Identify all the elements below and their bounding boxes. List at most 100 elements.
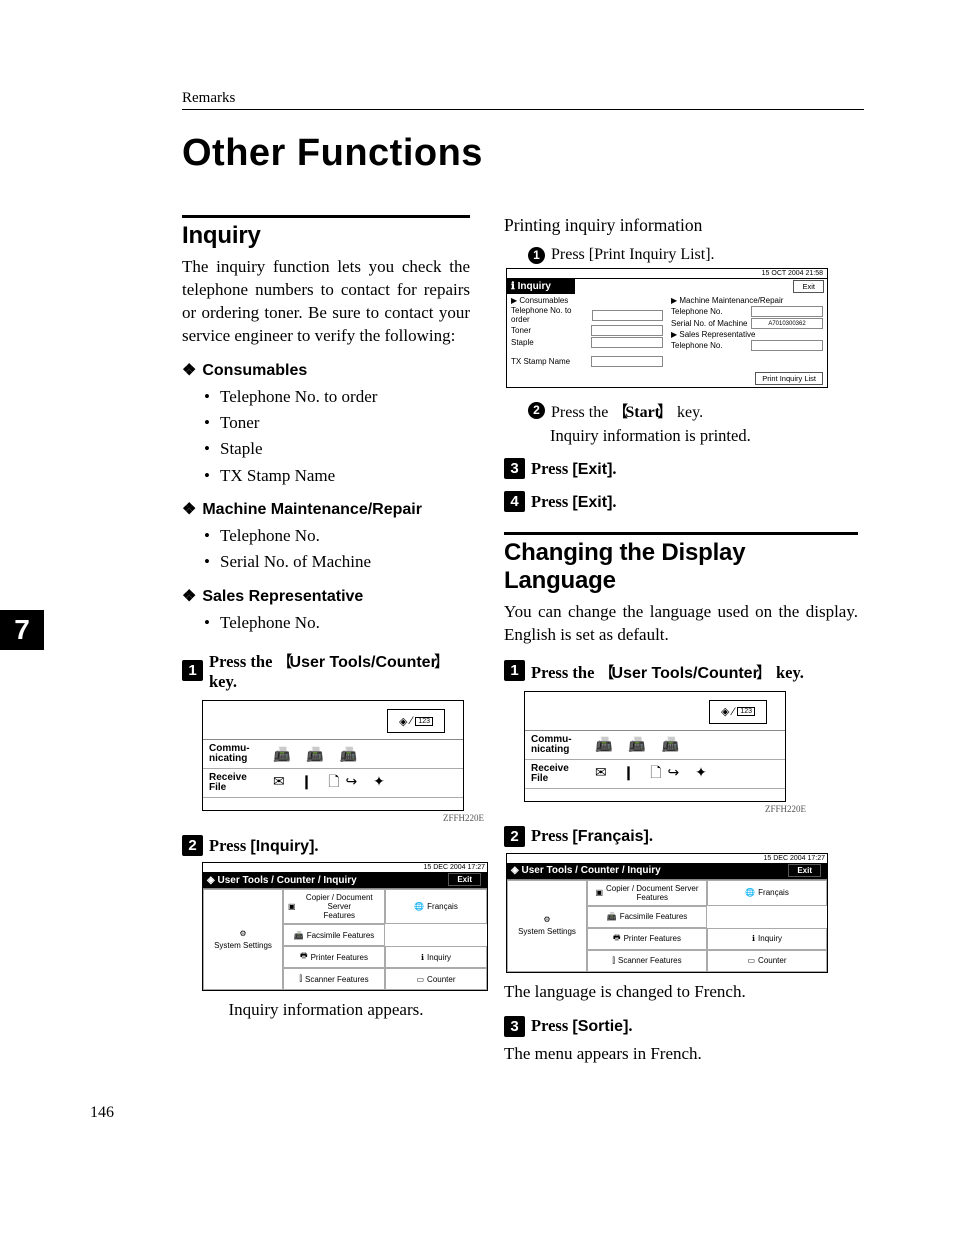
step-text: Press the	[209, 652, 272, 671]
step-number-icon: 1	[504, 660, 525, 681]
list-item: Serial No. of Machine	[220, 549, 470, 575]
info-icon: ℹ	[752, 934, 755, 943]
list-maintenance: Telephone No. Serial No. of Machine	[182, 523, 470, 576]
inq-label: Telephone No.	[671, 341, 723, 350]
ut-printer: 🖶Printer Features	[283, 946, 385, 968]
lang-step-2: 2 Press [Français].	[504, 826, 858, 847]
subhead-sales: Sales Representative	[182, 586, 470, 606]
keycap-start: Start	[612, 404, 673, 421]
lcd-icons: ✉ ❙ 🗋↪ ✦	[595, 762, 713, 786]
ut-title: ◈ User Tools / Counter / Inquiry	[511, 865, 661, 876]
inq-group-head: ▶ Sales Representative	[671, 330, 823, 339]
inq-group-head: ▶ Machine Maintenance/Repair	[671, 296, 823, 305]
step-3: 3 Press [Exit].	[504, 458, 858, 479]
heading-inquiry: Inquiry	[182, 215, 470, 250]
step-text: Press	[551, 246, 585, 263]
inq-datetime: 15 OCT 2004 21:58	[762, 270, 823, 277]
punct: .	[612, 459, 616, 478]
button-label-francais: [Français]	[572, 828, 648, 845]
ut-scanner: ⫿Scanner Features	[587, 950, 707, 972]
figure-inquiry-screen: 15 OCT 2004 21:58 ℹ Inquiry Exit ▶ Consu…	[506, 268, 828, 388]
ut-title: ◈ User Tools / Counter / Inquiry	[207, 875, 357, 886]
subhead-consumables: Consumables	[182, 360, 470, 380]
page-title: Other Functions	[182, 132, 864, 175]
ut-scanner: ⫿Scanner Features	[283, 968, 385, 990]
ut-exit-button: Exit	[448, 873, 481, 886]
keycap-user-tools: User Tools/Counter	[277, 654, 450, 671]
inq-value-box	[592, 310, 663, 321]
after-lstep2: The language is changed to French.	[504, 981, 858, 1004]
step-text: key.	[776, 663, 804, 682]
step-2: 2 Press [Inquiry].	[182, 835, 470, 856]
scanner-icon: ⫿	[612, 956, 615, 966]
substep-body: Inquiry information is printed.	[550, 426, 858, 446]
figure-lcd: ◈ ⁄ 123 Commu- nicating 📠 📠 📠 Receive Fi…	[524, 691, 858, 814]
step-number-icon: 2	[504, 826, 525, 847]
step-1: 1 Press the User Tools/Counter key.	[182, 648, 470, 692]
figure-caption: ZFFH220E	[202, 813, 484, 823]
inq-label: Staple	[511, 338, 534, 347]
lang-step-1: 1 Press the User Tools/Counter key.	[504, 659, 858, 683]
printer-icon: 🖶	[300, 950, 308, 964]
lcd-icons: 📠 📠 📠	[273, 746, 363, 763]
inq-exit-button: Exit	[793, 280, 824, 293]
printer-icon: 🖶	[613, 932, 621, 946]
step-text: Press	[531, 1016, 568, 1035]
lcd-row-label: Receive File	[531, 764, 585, 784]
lcd-row-label: Commu- nicating	[209, 744, 263, 764]
list-sales: Telephone No.	[182, 610, 470, 636]
figure-user-tools: 15 DEC 2004 17:27 ◈ User Tools / Counter…	[202, 862, 488, 991]
diamond-icon: ◈	[721, 705, 729, 718]
ut-copier: ▣Copier / Document Server Features	[587, 880, 707, 906]
info-icon: ℹ	[421, 953, 424, 962]
list-consumables: Telephone No. to order Toner Staple TX S…	[182, 384, 470, 489]
ut-francais: 🌐Français	[707, 880, 827, 906]
step-text: Press	[531, 826, 568, 845]
lcd-top-button: ◈ ⁄ 123	[709, 700, 767, 724]
ut-system-settings: ⚙ System Settings	[203, 889, 283, 990]
paragraph-inquiry: The inquiry function lets you check the …	[182, 256, 470, 348]
step-number-icon: 1	[182, 660, 203, 681]
button-label-print-list: [Print Inquiry List]	[589, 246, 711, 263]
step-4: 4 Press [Exit].	[504, 491, 858, 512]
punct: .	[711, 246, 715, 263]
counter-icon: 123	[737, 707, 755, 716]
inq-group-head: ▶ Consumables	[511, 296, 663, 305]
button-label-inquiry: [Inquiry]	[250, 838, 314, 855]
inq-value-box	[751, 340, 823, 351]
paragraph-language: You can change the language used on the …	[504, 601, 858, 647]
step-text: Press	[209, 836, 246, 855]
inq-label: Toner	[511, 326, 531, 335]
step-text: Press the	[551, 404, 608, 421]
running-head: Remarks	[182, 90, 864, 110]
ut-printer: 🖶Printer Features	[587, 928, 707, 950]
figure-caption: ZFFH220E	[524, 804, 806, 814]
step-number-icon: 3	[504, 1016, 525, 1037]
list-item: Telephone No.	[220, 523, 470, 549]
list-item: Toner	[220, 410, 470, 436]
ut-inquiry: ℹInquiry	[385, 946, 487, 968]
step-number-icon: 2	[182, 835, 203, 856]
subhead-maintenance: Machine Maintenance/Repair	[182, 499, 470, 519]
lang-step-3: 3 Press [Sortie].	[504, 1016, 858, 1037]
list-item: Staple	[220, 436, 470, 462]
ut-datetime: 15 DEC 2004 17:27	[507, 854, 827, 863]
counter-icon: 123	[415, 717, 433, 726]
step-text: Press	[531, 492, 568, 511]
heading-language: Changing the Display Language	[504, 532, 858, 595]
step-number-icon: 3	[504, 458, 525, 479]
keycap-user-tools: User Tools/Counter	[599, 665, 772, 682]
page-number: 146	[90, 1104, 864, 1122]
list-item: TX Stamp Name	[220, 463, 470, 489]
step-number-icon: 4	[504, 491, 525, 512]
punct: .	[314, 836, 318, 855]
copier-icon: ▣	[595, 888, 603, 897]
button-label-exit: [Exit]	[572, 461, 612, 478]
gear-icon: ⚙	[543, 915, 550, 924]
substep-1: 1 Press [Print Inquiry List].	[528, 246, 858, 264]
copier-icon: ▣	[288, 902, 296, 911]
scanner-icon: ⫿	[299, 974, 302, 984]
gear-icon: ⚙	[239, 929, 246, 938]
step-text: key.	[209, 672, 237, 691]
step-text: key.	[677, 404, 703, 421]
